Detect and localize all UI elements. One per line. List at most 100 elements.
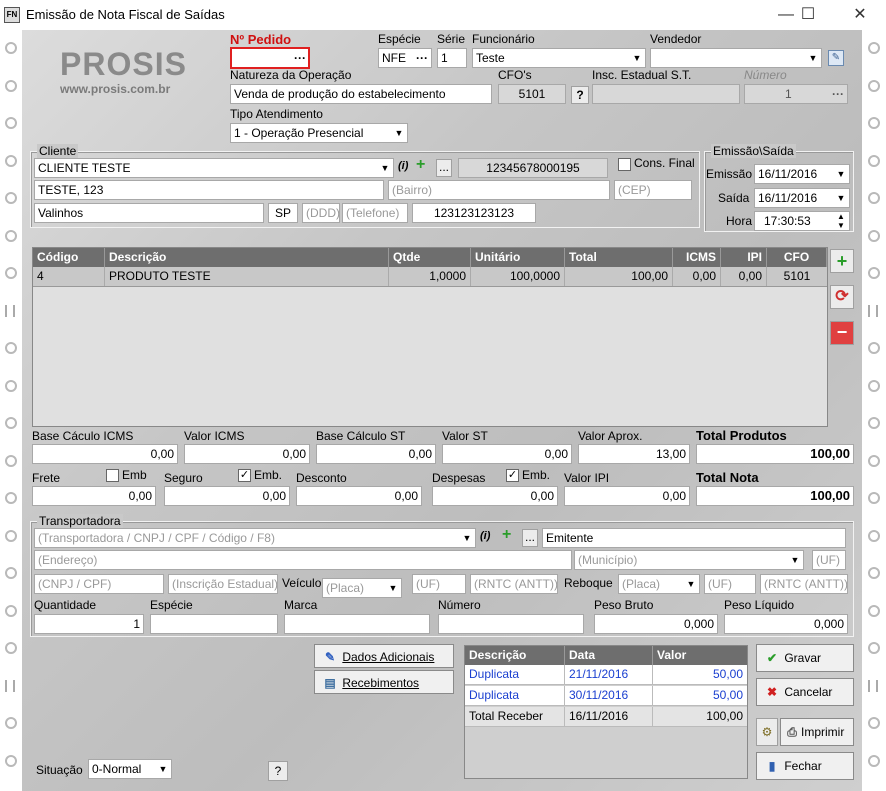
col-ipi[interactable]: IPI: [721, 248, 767, 267]
chevron-down-icon[interactable]: ▼: [833, 165, 849, 183]
serie-input[interactable]: 1: [437, 48, 467, 68]
cliente-bairro-input[interactable]: (Bairro): [388, 180, 610, 200]
desconto-input[interactable]: 0,00: [296, 486, 422, 506]
frete-input[interactable]: 0,00: [32, 486, 156, 506]
add-item-button[interactable]: +: [830, 249, 854, 273]
total-nota-input[interactable]: 100,00: [696, 486, 854, 506]
especie-input[interactable]: NFE ···: [378, 48, 432, 68]
reboque-placa-select[interactable]: (Placa) ▼: [618, 574, 700, 594]
imprimir-button[interactable]: ⎙ Imprimir: [780, 718, 854, 746]
dados-adicionais-button[interactable]: ✎ Dados Adicionais: [314, 644, 454, 668]
pedido-search-button[interactable]: ···: [294, 49, 306, 67]
chevron-down-icon[interactable]: ▼: [787, 551, 803, 569]
veiculo-uf-input[interactable]: (UF): [412, 574, 466, 594]
edit-vendedor-icon[interactable]: ✎: [828, 50, 844, 66]
transportadora-uf-input[interactable]: (UF): [812, 550, 846, 570]
seguro-input[interactable]: 0,00: [164, 486, 290, 506]
marca-input[interactable]: [284, 614, 430, 634]
situacao-select[interactable]: 0-Normal ▼: [88, 759, 172, 779]
col-parc-descricao[interactable]: Descrição: [465, 646, 565, 665]
col-cfo[interactable]: CFO: [767, 248, 827, 267]
saida-date-input[interactable]: 16/11/2016 ▼: [754, 188, 850, 208]
veiculo-rntc-input[interactable]: (RNTC (ANTT)): [470, 574, 558, 594]
numero-input[interactable]: 1 ···: [744, 84, 848, 104]
numero-volume-input[interactable]: [438, 614, 584, 634]
transportadora-select[interactable]: (Transportadora / CNPJ / CPF / Código / …: [34, 528, 476, 548]
chevron-down-icon[interactable]: ▼: [683, 575, 699, 593]
cfo-help-button[interactable]: ?: [571, 86, 589, 104]
vendedor-select[interactable]: ▼: [650, 48, 822, 68]
frete-emb-checkbox[interactable]: [106, 469, 119, 482]
col-icms[interactable]: ICMS: [673, 248, 721, 267]
table-row[interactable]: Duplicata 21/11/2016 50,00: [465, 665, 747, 685]
chevron-down-icon[interactable]: ▼: [629, 49, 645, 67]
transportadora-info-icon[interactable]: (i): [480, 530, 490, 542]
valor-ipi-input[interactable]: 0,00: [564, 486, 690, 506]
reboque-uf-input[interactable]: (UF): [704, 574, 756, 594]
emissao-date-input[interactable]: 16/11/2016 ▼: [754, 164, 850, 184]
add-transportadora-icon[interactable]: +: [502, 526, 511, 544]
chevron-down-icon[interactable]: ▼: [385, 579, 401, 597]
cliente-info-icon[interactable]: (i): [398, 160, 408, 172]
valor-st-input[interactable]: 0,00: [442, 444, 572, 464]
cliente-ddd-input[interactable]: (DDD): [302, 203, 340, 223]
gravar-button[interactable]: ✔ Gravar: [756, 644, 854, 672]
base-icms-input[interactable]: 0,00: [32, 444, 178, 464]
frete-modalidade-input[interactable]: Emitente: [542, 528, 846, 548]
cons-final-checkbox[interactable]: [618, 158, 631, 171]
chevron-down-icon[interactable]: ▼: [391, 124, 407, 142]
cliente-cidade-input[interactable]: Valinhos: [34, 203, 264, 223]
peso-liquido-input[interactable]: 0,000: [724, 614, 848, 634]
transportadora-ie-input[interactable]: (Inscrição Estadual): [168, 574, 278, 594]
chevron-down-icon[interactable]: ▼: [459, 529, 475, 547]
col-total[interactable]: Total: [565, 248, 673, 267]
seguro-emb-checkbox[interactable]: ✓: [238, 469, 251, 482]
funcionario-select[interactable]: Teste ▼: [472, 48, 646, 68]
cliente-endereco-input[interactable]: TESTE, 123: [34, 180, 384, 200]
tipo-atendimento-select[interactable]: 1 - Operação Presencial ▼: [230, 123, 408, 143]
table-row[interactable]: Duplicata 30/11/2016 50,00: [465, 686, 747, 706]
transportadora-cnpj-input[interactable]: (CNPJ / CPF): [34, 574, 164, 594]
help-button[interactable]: ?: [268, 761, 288, 781]
cliente-cep-input[interactable]: (CEP): [614, 180, 692, 200]
recebimentos-button[interactable]: ▤ Recebimentos: [314, 670, 454, 694]
transportadora-more-button[interactable]: ...: [522, 529, 538, 547]
fechar-button[interactable]: ▮ Fechar: [756, 752, 854, 780]
cliente-uf-input[interactable]: SP: [268, 203, 298, 223]
col-qtde[interactable]: Qtde: [389, 248, 471, 267]
refresh-item-icon[interactable]: ⟳: [830, 285, 854, 309]
valor-icms-input[interactable]: 0,00: [184, 444, 310, 464]
cliente-select[interactable]: CLIENTE TESTE ▼: [34, 158, 394, 178]
insc-st-input[interactable]: [592, 84, 740, 104]
spin-icon[interactable]: ▲ ▼: [833, 212, 849, 230]
valor-aprox-input[interactable]: 13,00: [578, 444, 690, 464]
transportadora-endereco-input[interactable]: (Endereço): [34, 550, 572, 570]
parcelas-grid[interactable]: Descrição Data Valor Duplicata 21/11/201…: [464, 645, 748, 779]
cliente-ie-input[interactable]: 123123123123: [412, 203, 536, 223]
col-parc-valor[interactable]: Valor: [653, 646, 747, 665]
close-button[interactable]: ✕: [840, 3, 880, 27]
transportadora-municipio-select[interactable]: (Município) ▼: [574, 550, 804, 570]
veiculo-placa-select[interactable]: (Placa) ▼: [322, 578, 402, 598]
cancelar-button[interactable]: ✖ Cancelar: [756, 678, 854, 706]
cliente-telefone-input[interactable]: (Telefone): [342, 203, 408, 223]
chevron-down-icon[interactable]: ▼: [377, 159, 393, 177]
cliente-more-button[interactable]: ...: [436, 159, 452, 177]
col-codigo[interactable]: Código: [33, 248, 105, 267]
items-grid[interactable]: Código Descrição Qtde Unitário Total ICM…: [32, 247, 828, 427]
remove-item-button[interactable]: −: [830, 321, 854, 345]
hora-input[interactable]: 17:30:53 ▲ ▼: [754, 211, 850, 231]
add-cliente-icon[interactable]: +: [416, 156, 425, 174]
especie-search-button[interactable]: ···: [416, 49, 428, 67]
total-produtos-input[interactable]: 100,00: [696, 444, 854, 464]
despesas-emb-checkbox[interactable]: ✓: [506, 469, 519, 482]
table-row[interactable]: 4 PRODUTO TESTE 1,0000 100,0000 100,00 0…: [33, 267, 827, 287]
reboque-rntc-input[interactable]: (RNTC (ANTT)): [760, 574, 848, 594]
natureza-input[interactable]: Venda de produção do estabelecimento: [230, 84, 492, 104]
despesas-input[interactable]: 0,00: [432, 486, 558, 506]
base-st-input[interactable]: 0,00: [316, 444, 436, 464]
quantidade-input[interactable]: 1: [34, 614, 144, 634]
chevron-down-icon[interactable]: ▼: [155, 760, 171, 778]
maximize-button[interactable]: ☐: [788, 3, 828, 27]
chevron-down-icon[interactable]: ▼: [805, 49, 821, 67]
